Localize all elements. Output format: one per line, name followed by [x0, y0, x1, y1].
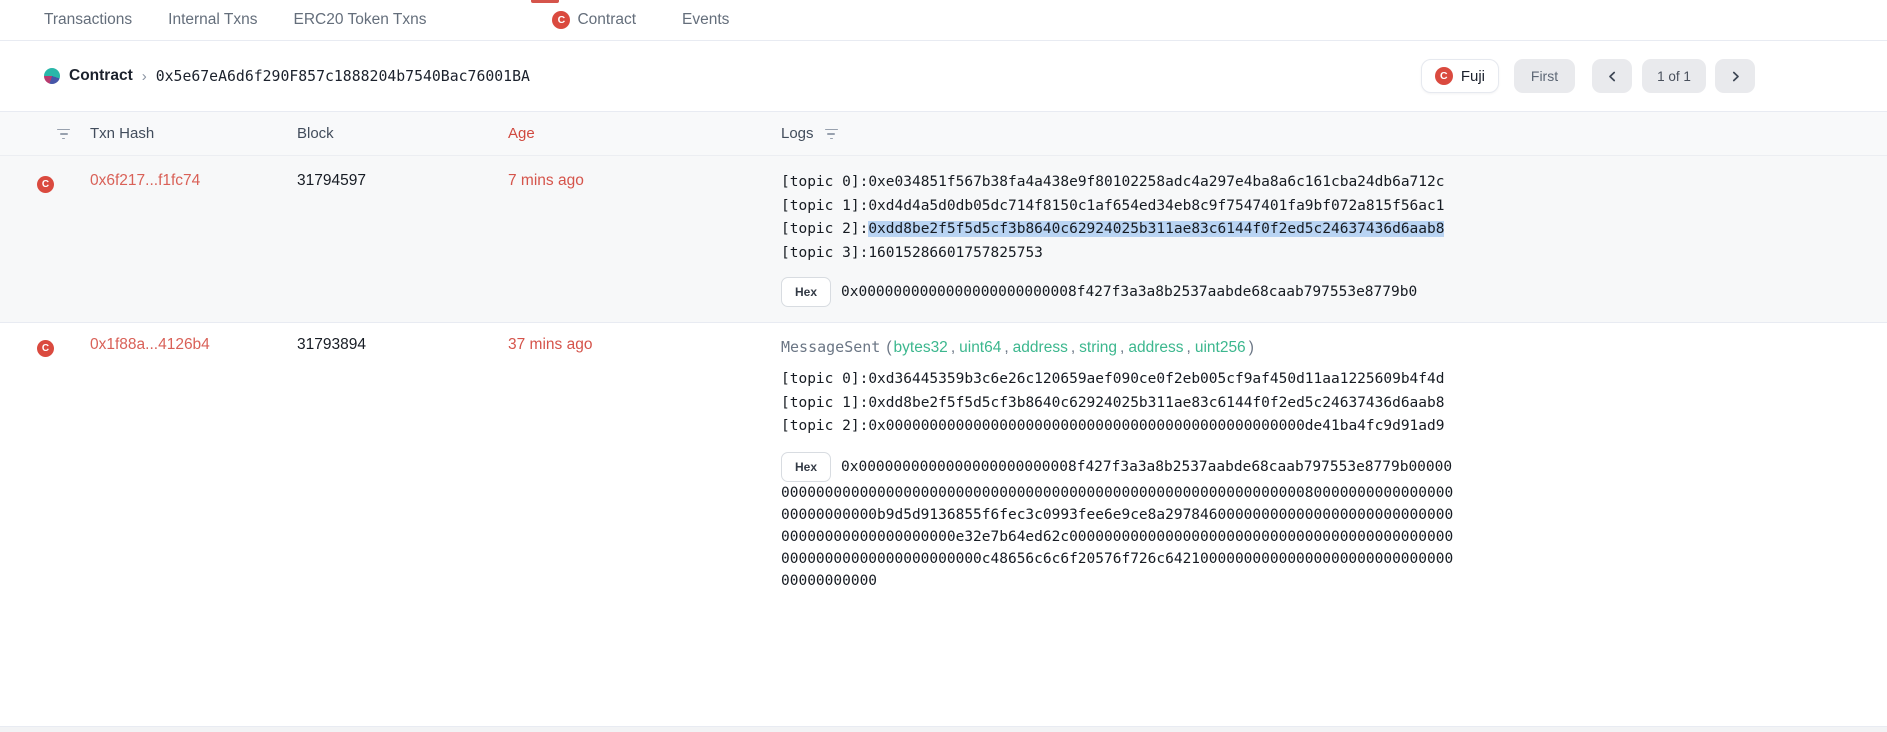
column-age[interactable]: Age	[508, 125, 781, 142]
txn-hash-link[interactable]: 0x1f88a...4126b4	[90, 335, 297, 354]
hex-data-block: Hex0x0000000000000000000000008f427f3a3a8…	[781, 452, 1458, 592]
event-param-type: uint64	[959, 339, 1001, 356]
hex-toggle-button[interactable]: Hex	[781, 452, 831, 482]
topic-line: [topic 2]:0xdd8be2f5f5d5cf3b8640c6292402…	[781, 218, 1458, 242]
network-badge[interactable]: C Fuji	[1421, 59, 1499, 93]
tab-bar: Transactions Internal Txns ERC20 Token T…	[0, 0, 1887, 41]
contract-sphere-icon	[44, 68, 60, 84]
event-signature: MessageSent(bytes32,uint64,address,strin…	[781, 335, 1458, 360]
column-txn-hash: Txn Hash	[90, 125, 297, 142]
topic-line: [topic 2]:0x0000000000000000000000000000…	[781, 415, 1458, 439]
column-logs: Logs	[781, 125, 1843, 142]
topic-label: [topic 2]:	[781, 221, 868, 237]
hex-data: 0x0000000000000000000000008f427f3a3a8b25…	[841, 284, 1417, 300]
event-param-type: uint256	[1195, 339, 1246, 356]
tab-label: Contract	[577, 11, 636, 29]
paren-open: (	[886, 339, 891, 356]
network-icon: C	[1435, 67, 1453, 85]
chevron-right-icon	[1730, 71, 1741, 82]
contract-tx-icon: C	[37, 340, 54, 357]
hex-data-block: Hex 0x0000000000000000000000008f427f3a3a8…	[781, 277, 1458, 307]
event-param-type: bytes32	[894, 339, 948, 356]
pagination-prev-button[interactable]	[1592, 59, 1632, 93]
next-row-edge	[0, 727, 1887, 732]
comma: ,	[1071, 339, 1075, 356]
row-badge-cell: C	[37, 335, 90, 357]
logs-cell: MessageSent(bytes32,uint64,address,strin…	[781, 335, 1458, 592]
column-logs-label: Logs	[781, 125, 814, 142]
comma: ,	[1004, 339, 1008, 356]
block-number: 31793894	[297, 335, 508, 354]
tab-internal-txns[interactable]: Internal Txns	[168, 11, 257, 29]
tab-events[interactable]: Events	[682, 11, 729, 29]
topic-value: 0xdd8be2f5f5d5cf3b8640c62924025b311ae83c…	[868, 395, 1444, 411]
tab-label: ERC20 Token Txns	[293, 11, 426, 29]
tab-transactions[interactable]: Transactions	[44, 11, 132, 29]
topic-value: 0x00000000000000000000000000000000000000…	[868, 418, 1444, 434]
paren-close: )	[1249, 339, 1254, 356]
topic-value: 0xd4d4a5d0db05dc714f8150c1af654ed34eb8c9…	[868, 198, 1444, 214]
hex-data: 0x0000000000000000000000008f427f3a3a8b25…	[781, 459, 1453, 589]
contract-badge-icon: C	[552, 11, 570, 29]
topic-value-selected: 0xdd8be2f5f5d5cf3b8640c62924025b311ae83c…	[868, 221, 1444, 237]
pagination-next-button[interactable]	[1715, 59, 1755, 93]
tab-contract[interactable]: C Contract	[552, 11, 636, 29]
table-row: C 0x6f217...f1fc74 31794597 7 mins ago […	[0, 156, 1887, 323]
tab-label: Transactions	[44, 11, 132, 29]
tab-label: Internal Txns	[168, 11, 257, 29]
logs-filter-icon[interactable]	[825, 128, 838, 140]
topic-line: [topic 0]:0xd36445359b3c6e26c120659aef09…	[781, 368, 1458, 392]
event-name: MessageSent	[781, 338, 880, 356]
row-badge-cell: C	[37, 171, 90, 193]
hex-toggle-button[interactable]: Hex	[781, 277, 831, 307]
breadcrumb-section: Contract	[69, 67, 133, 85]
topic-label: [topic 0]:	[781, 174, 868, 190]
contract-tx-icon: C	[37, 176, 54, 193]
age-value: 7 mins ago	[508, 171, 781, 190]
filter-icon[interactable]	[37, 128, 90, 140]
contract-toolbar: Contract › 0x5e67eA6d6f290F857c1888204b7…	[0, 41, 1887, 112]
comma: ,	[951, 339, 955, 356]
event-param-type: address	[1128, 339, 1183, 356]
network-label: Fuji	[1461, 68, 1485, 85]
toolbar-right: C Fuji First 1 of 1	[1421, 59, 1755, 93]
topic-value: 0xe034851f567b38fa4a438e9f80102258adc4a2…	[868, 174, 1444, 190]
topic-line: [topic 1]:0xdd8be2f5f5d5cf3b8640c6292402…	[781, 392, 1458, 416]
contract-address: 0x5e67eA6d6f290F857c1888204b7540Bac76001…	[156, 68, 530, 85]
topic-label: [topic 0]:	[781, 371, 868, 387]
table-row: C 0x1f88a...4126b4 31793894 37 mins ago …	[0, 323, 1887, 727]
block-number: 31794597	[297, 171, 508, 190]
events-table-header: Txn Hash Block Age Logs	[0, 112, 1887, 156]
event-param-type: address	[1013, 339, 1068, 356]
topic-line: [topic 1]:0xd4d4a5d0db05dc714f8150c1af65…	[781, 195, 1458, 219]
column-block: Block	[297, 125, 508, 142]
pagination-first-button[interactable]: First	[1514, 59, 1575, 93]
logs-cell: [topic 0]:0xe034851f567b38fa4a438e9f8010…	[781, 171, 1458, 307]
topic-value: 0xd36445359b3c6e26c120659aef090ce0f2eb00…	[868, 371, 1444, 387]
chevron-left-icon	[1607, 71, 1618, 82]
age-value: 37 mins ago	[508, 335, 781, 354]
tab-erc20-token-txns[interactable]: ERC20 Token Txns	[293, 11, 426, 29]
breadcrumb: Contract › 0x5e67eA6d6f290F857c1888204b7…	[44, 67, 530, 85]
topic-label: [topic 1]:	[781, 198, 868, 214]
topic-line: [topic 0]:0xe034851f567b38fa4a438e9f8010…	[781, 171, 1458, 195]
topic-value: 16015286601757825753	[868, 245, 1043, 261]
topic-label: [topic 1]:	[781, 395, 868, 411]
comma: ,	[1187, 339, 1191, 356]
tab-label: Events	[682, 11, 729, 29]
event-param-type: string	[1079, 339, 1117, 356]
breadcrumb-separator: ›	[142, 68, 147, 85]
active-tab-indicator	[531, 0, 559, 3]
topic-label: [topic 2]:	[781, 418, 868, 434]
comma: ,	[1120, 339, 1124, 356]
pagination-page-indicator[interactable]: 1 of 1	[1642, 59, 1706, 93]
txn-hash-link[interactable]: 0x6f217...f1fc74	[90, 171, 297, 190]
topic-label: [topic 3]:	[781, 245, 868, 261]
topic-line: [topic 3]:16015286601757825753	[781, 242, 1458, 266]
